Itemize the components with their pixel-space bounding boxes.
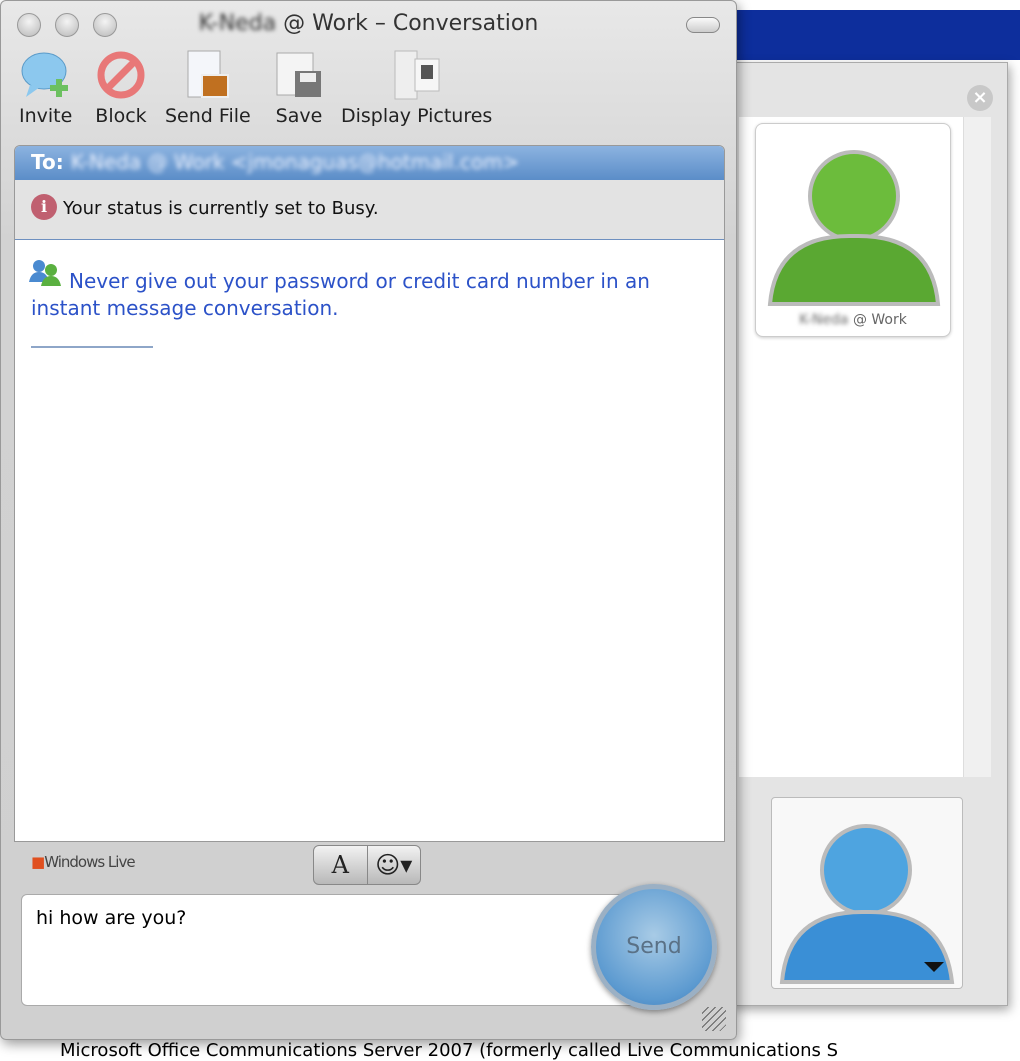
block-button[interactable]: Block — [95, 49, 147, 127]
background-text: Microsoft Office Communications Server 2… — [60, 1040, 839, 1061]
save-button[interactable]: Save — [273, 49, 325, 127]
message-input[interactable]: hi how are you? — [21, 894, 661, 1006]
conversation-window: K-Neda @ Work – Conversation Invite Bloc… — [0, 0, 737, 1040]
emoticon-button[interactable]: ☺▾ — [368, 846, 421, 884]
self-avatar-icon — [779, 824, 955, 984]
resize-grip[interactable] — [702, 1007, 726, 1031]
contact-avatar-icon — [767, 150, 941, 306]
conversation-pane: To: K-Neda @ Work <jmonaguas@hotmail.com… — [14, 145, 725, 842]
contact-name-label: K-Neda @ Work — [799, 312, 907, 328]
send-file-button[interactable]: Send File — [165, 49, 251, 127]
divider — [31, 346, 153, 348]
send-file-icon — [182, 49, 234, 101]
save-icon — [273, 49, 325, 101]
invite-icon — [20, 49, 72, 101]
window-title: K-Neda @ Work – Conversation — [198, 11, 539, 36]
close-drawer-icon[interactable]: × — [967, 85, 993, 111]
display-pictures-icon — [391, 49, 443, 101]
font-button[interactable]: A — [314, 846, 368, 884]
status-notice: i Your status is currently set to Busy. — [15, 180, 724, 240]
contact-display-picture[interactable]: K-Neda @ Work — [755, 123, 951, 337]
self-display-picture[interactable] — [771, 797, 963, 989]
display-pictures-drawer: × K-Neda @ Work — [730, 62, 1008, 1006]
send-button[interactable]: Send — [591, 884, 717, 1010]
security-warning: Never give out your password or credit c… — [31, 269, 650, 320]
block-icon — [95, 49, 147, 101]
display-pictures-button[interactable]: Display Pictures — [341, 49, 492, 127]
info-icon: i — [31, 194, 57, 220]
scrollbar[interactable] — [963, 117, 991, 777]
toolbar-toggle-button[interactable] — [686, 17, 720, 33]
invite-button[interactable]: Invite — [19, 49, 72, 127]
background-desktop — [700, 10, 1020, 60]
format-toolbar: A ☺▾ — [313, 845, 421, 885]
windows-live-logo: ■Windows Live — [31, 853, 136, 871]
to-bar: To: K-Neda @ Work <jmonaguas@hotmail.com… — [15, 146, 724, 180]
